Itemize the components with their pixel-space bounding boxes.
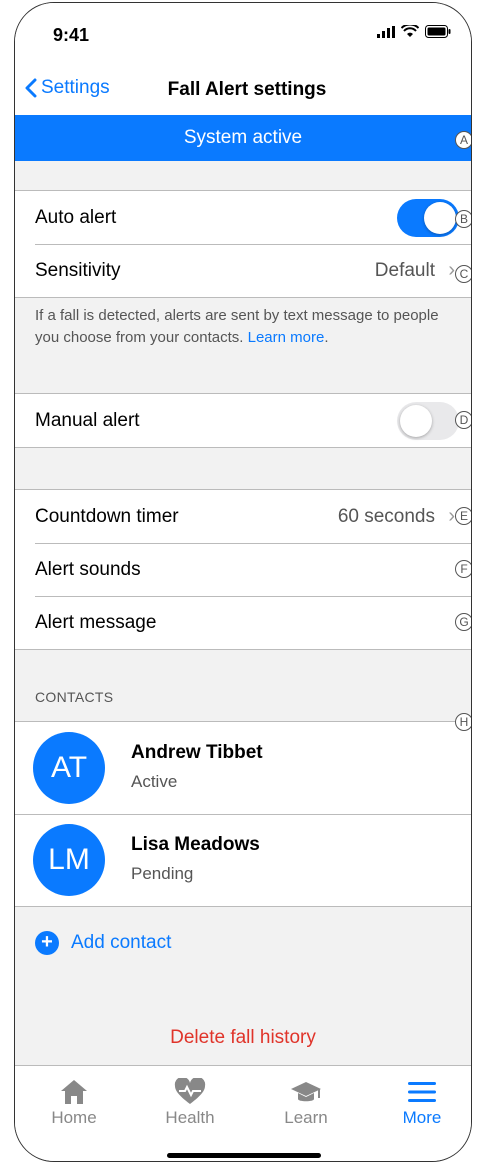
manual-alert-row[interactable]: Manual alert — [15, 394, 471, 447]
auto-alert-toggle[interactable] — [397, 198, 459, 237]
auto-alert-description: If a fall is detected, alerts are sent b… — [35, 307, 439, 346]
contact-status: Pending — [131, 864, 194, 883]
manual-alert-group: Manual alert — [15, 393, 471, 448]
marker-f: F — [455, 560, 471, 578]
sensitivity-value: Default — [374, 259, 435, 281]
auto-alert-label: Auto alert — [35, 206, 117, 228]
graduation-cap-icon — [261, 1076, 351, 1108]
marker-c: C — [455, 265, 471, 283]
alert-sounds-row[interactable]: Alert sounds — [15, 543, 471, 596]
marker-g: G — [455, 613, 471, 631]
tab-label: Health — [165, 1108, 215, 1127]
plus-icon: + — [35, 931, 59, 955]
marker-e: E — [455, 507, 471, 525]
countdown-timer-value: 60 seconds — [337, 505, 435, 527]
contact-status: Active — [131, 772, 178, 791]
description-text: If a fall is detected, alerts are sent b… — [35, 307, 439, 346]
tab-home[interactable]: Home — [29, 1076, 119, 1128]
alert-message-label: Alert message — [35, 611, 157, 633]
contact-row[interactable]: LM Lisa Meadows Pending — [15, 814, 471, 906]
sensitivity-row[interactable]: Sensitivity Default › — [15, 244, 471, 297]
tab-label: Learn — [284, 1108, 328, 1127]
chevron-right-icon: › — [448, 505, 455, 527]
home-indicator[interactable] — [167, 1153, 321, 1158]
wifi-icon — [401, 25, 419, 37]
countdown-timer-label: Countdown timer — [35, 505, 179, 527]
battery-icon — [425, 25, 451, 38]
status-icons — [377, 25, 451, 38]
toggle-knob — [424, 201, 456, 234]
contacts-section-header: CONTACTS — [35, 689, 114, 705]
auto-alert-group: Auto alert Sensitivity Default › — [15, 190, 471, 298]
contact-name: Lisa Meadows — [131, 834, 260, 855]
contacts-list: AT Andrew Tibbet Active LM Lisa Meadows … — [15, 721, 471, 907]
delete-fall-history-button[interactable]: Delete fall history — [15, 1027, 471, 1049]
countdown-timer-row[interactable]: Countdown timer 60 seconds › — [15, 490, 471, 543]
avatar: LM — [33, 824, 105, 896]
sensitivity-label: Sensitivity — [35, 259, 121, 281]
tab-more[interactable]: More — [377, 1076, 467, 1128]
tab-health[interactable]: Health — [145, 1076, 235, 1128]
toggle-knob — [400, 404, 432, 437]
tab-learn[interactable]: Learn — [261, 1076, 351, 1128]
tab-label: Home — [51, 1108, 97, 1127]
learn-more-link[interactable]: Learn more — [248, 329, 325, 346]
alert-options-group: Countdown timer 60 seconds › Alert sound… — [15, 489, 471, 650]
marker-d: D — [455, 411, 471, 429]
add-contact-button[interactable]: + Add contact — [35, 931, 171, 955]
alert-sounds-label: Alert sounds — [35, 558, 141, 580]
status-bar: 9:41 — [15, 3, 471, 73]
auto-alert-row[interactable]: Auto alert — [15, 191, 471, 244]
signal-icon — [377, 25, 395, 38]
house-icon — [29, 1076, 119, 1108]
marker-b: B — [455, 210, 471, 228]
manual-alert-toggle[interactable] — [397, 401, 459, 440]
tab-bar: Home Health Learn More — [15, 1065, 471, 1161]
manual-alert-label: Manual alert — [35, 409, 140, 431]
alert-message-row[interactable]: Alert message — [15, 596, 471, 649]
heart-pulse-icon — [145, 1076, 235, 1108]
status-time: 9:41 — [53, 25, 90, 45]
system-status-banner: System active — [15, 115, 471, 161]
page-title: Fall Alert settings — [167, 79, 327, 100]
contact-name: Andrew Tibbet — [131, 742, 263, 763]
navigation-bar: Settings Fall Alert settings — [15, 73, 471, 115]
chevron-right-icon: › — [448, 259, 455, 281]
contact-row[interactable]: AT Andrew Tibbet Active — [15, 722, 471, 814]
tab-label: More — [402, 1108, 442, 1127]
phone-frame: 9:41 Settings Fall Alert settings System… — [14, 2, 472, 1162]
marker-a: A — [455, 131, 471, 149]
avatar: AT — [33, 732, 105, 804]
add-contact-label: Add contact — [71, 932, 172, 953]
menu-icon — [377, 1076, 467, 1108]
marker-h: H — [455, 713, 471, 731]
